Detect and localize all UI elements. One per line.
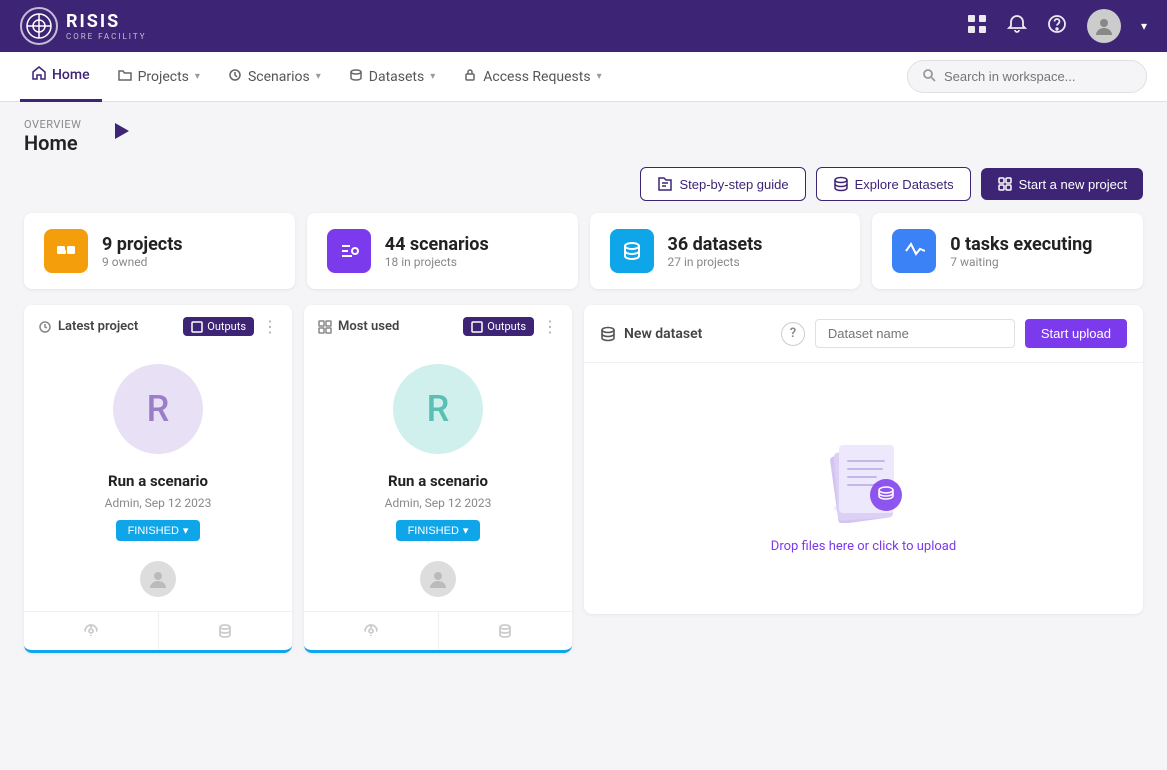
latest-user-avatar — [140, 561, 176, 597]
dataset-controls: ? Start upload — [781, 319, 1127, 348]
start-project-button[interactable]: Start a new project — [981, 168, 1143, 200]
upload-illustration — [804, 423, 924, 523]
most-status-caret: ▾ — [463, 524, 469, 537]
sub-navigation: Home Projects ▾ Scenarios ▾ Datasets ▾ — [0, 52, 1167, 102]
stat-scenarios-info: 44 scenarios 18 in projects — [385, 234, 489, 269]
most-user-row — [304, 553, 572, 611]
folder-icon — [118, 68, 132, 86]
nav-projects[interactable]: Projects ▾ — [106, 52, 212, 102]
most-project-avatar: R — [393, 364, 483, 454]
logo-area: RISIS CORE FACILITY — [20, 7, 147, 45]
most-avatar-wrap: R — [304, 344, 572, 464]
search-input[interactable] — [944, 69, 1132, 84]
dataset-name-input[interactable] — [815, 319, 1015, 348]
latest-project-avatar: R — [113, 364, 203, 454]
explore-datasets-button[interactable]: Explore Datasets — [816, 167, 971, 201]
breadcrumb-row: OVERVIEW Home — [0, 102, 1167, 159]
top-navigation: RISIS CORE FACILITY — [0, 0, 1167, 52]
action-bar: Step-by-step guide Explore Datasets Star… — [0, 159, 1167, 213]
stat-scenarios[interactable]: 44 scenarios 18 in projects — [307, 213, 578, 289]
dataset-help-btn[interactable]: ? — [781, 322, 805, 346]
stat-datasets-info: 36 datasets 27 in projects — [668, 234, 763, 269]
dataset-title: New dataset — [600, 326, 702, 342]
home-icon — [32, 66, 46, 84]
most-project-meta: Admin, Sep 12 2023 — [304, 494, 572, 520]
datasets-caret-icon: ▾ — [430, 71, 435, 82]
stat-tasks-info: 0 tasks executing 7 waiting — [950, 234, 1092, 269]
help-icon[interactable] — [1047, 14, 1067, 39]
main-content: Latest project Outputs ⋮ R Run a scenari… — [0, 305, 1167, 677]
nav-scenarios[interactable]: Scenarios ▾ — [216, 52, 333, 102]
stat-projects-info: 9 projects 9 owned — [102, 234, 183, 269]
stat-projects[interactable]: 9 projects 9 owned — [24, 213, 295, 289]
access-caret-icon: ▾ — [597, 71, 602, 82]
stats-row: 9 projects 9 owned 44 scenarios 18 in pr… — [0, 213, 1167, 305]
nav-access[interactable]: Access Requests ▾ — [451, 52, 613, 102]
latest-card-footer — [24, 611, 292, 650]
logo-name: RISIS — [66, 11, 120, 32]
breadcrumb: OVERVIEW Home — [0, 102, 105, 159]
bell-icon[interactable] — [1007, 14, 1027, 39]
search-box[interactable] — [907, 60, 1147, 93]
grid-icon[interactable] — [967, 14, 987, 39]
drop-zone[interactable]: Drop files here or click to upload — [584, 363, 1143, 614]
latest-avatar-wrap: R — [24, 344, 292, 464]
most-user-avatar — [420, 561, 456, 597]
most-outputs-badge[interactable]: Outputs — [463, 317, 534, 336]
latest-status-badge[interactable]: FINISHED ▾ — [116, 520, 201, 541]
most-project-name: Run a scenario — [304, 464, 572, 494]
card-header-latest: Latest project Outputs ⋮ — [24, 305, 292, 344]
search-icon — [922, 67, 936, 86]
datasets-icon — [349, 68, 363, 86]
most-used-label: Most used — [318, 319, 399, 334]
most-datasets-btn[interactable] — [439, 612, 573, 650]
user-menu-caret[interactable]: ▾ — [1141, 19, 1147, 33]
start-upload-button[interactable]: Start upload — [1025, 319, 1127, 348]
latest-project-name: Run a scenario — [24, 464, 292, 494]
latest-datasets-btn[interactable] — [159, 612, 293, 650]
top-nav-actions: ▾ — [967, 9, 1147, 43]
drop-text: Drop files here or click to upload — [771, 539, 956, 554]
latest-card-menu[interactable]: ⋮ — [262, 317, 278, 336]
most-card-menu[interactable]: ⋮ — [542, 317, 558, 336]
most-used-card: Most used Outputs ⋮ R Run a scenario Adm… — [304, 305, 572, 653]
stat-tasks[interactable]: 0 tasks executing 7 waiting — [872, 213, 1143, 289]
logo-text-group: RISIS CORE FACILITY — [66, 11, 147, 41]
stat-scenarios-icon — [327, 229, 371, 273]
play-button[interactable] — [115, 123, 129, 139]
most-scenarios-btn[interactable] — [304, 612, 439, 650]
logo-icon — [20, 7, 58, 45]
most-card-controls: Outputs ⋮ — [463, 317, 558, 336]
most-status-badge[interactable]: FINISHED ▾ — [396, 520, 481, 541]
card-header-most: Most used Outputs ⋮ — [304, 305, 572, 344]
stat-projects-icon — [44, 229, 88, 273]
nav-datasets[interactable]: Datasets ▾ — [337, 52, 447, 102]
most-card-footer — [304, 611, 572, 650]
stat-datasets-icon — [610, 229, 654, 273]
dataset-header: New dataset ? Start upload — [584, 305, 1143, 363]
latest-user-row — [24, 553, 292, 611]
latest-outputs-badge[interactable]: Outputs — [183, 317, 254, 336]
scenarios-icon — [228, 68, 242, 86]
latest-scenarios-btn[interactable] — [24, 612, 159, 650]
latest-card-controls: Outputs ⋮ — [183, 317, 278, 336]
user-avatar[interactable] — [1087, 9, 1121, 43]
nav-home[interactable]: Home — [20, 52, 102, 102]
latest-status-caret: ▾ — [183, 524, 189, 537]
stat-tasks-icon — [892, 229, 936, 273]
new-dataset-panel: New dataset ? Start upload — [584, 305, 1143, 614]
access-icon — [463, 68, 477, 86]
projects-caret-icon: ▾ — [195, 71, 200, 82]
guide-button[interactable]: Step-by-step guide — [640, 167, 805, 201]
most-status-wrap: FINISHED ▾ — [304, 520, 572, 553]
latest-project-meta: Admin, Sep 12 2023 — [24, 494, 292, 520]
logo-subtitle: CORE FACILITY — [66, 32, 147, 41]
stat-datasets[interactable]: 36 datasets 27 in projects — [590, 213, 861, 289]
latest-label: Latest project — [38, 319, 138, 334]
latest-status-wrap: FINISHED ▾ — [24, 520, 292, 553]
scenarios-caret-icon: ▾ — [316, 71, 321, 82]
latest-project-card: Latest project Outputs ⋮ R Run a scenari… — [24, 305, 292, 653]
